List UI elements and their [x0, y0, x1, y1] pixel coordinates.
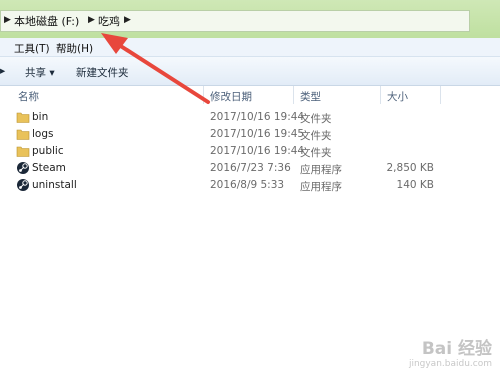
file-row-uninstall[interactable]: uninstall 2016/8/9 5:33 应用程序 140 KB	[14, 177, 444, 194]
column-divider[interactable]	[203, 86, 204, 104]
file-type: 应用程序	[300, 181, 342, 193]
chevron-right-icon[interactable]: ▶	[4, 15, 11, 25]
file-type: 文件夹	[300, 147, 332, 159]
folder-icon	[16, 129, 30, 140]
command-toolbar: ▸ 共享 ▾ 新建文件夹	[0, 57, 500, 86]
file-name: Steam	[32, 162, 66, 174]
breadcrumb-current-folder[interactable]: 吃鸡	[98, 13, 120, 29]
file-type: 文件夹	[300, 130, 332, 142]
file-row-public[interactable]: public 2017/10/16 19:44 文件夹	[14, 143, 444, 160]
file-row-steam[interactable]: Steam 2016/7/23 7:36 应用程序 2,850 KB	[14, 160, 444, 177]
file-modified: 2017/10/16 19:45	[210, 128, 305, 140]
watermark: Bai 经验 jingyan.baidu.com	[409, 334, 492, 369]
watermark-url: jingyan.baidu.com	[408, 359, 492, 369]
column-header-name[interactable]: 名称	[18, 89, 39, 104]
column-divider[interactable]	[293, 86, 294, 104]
file-modified: 2016/7/23 7:36	[210, 162, 291, 174]
column-divider[interactable]	[440, 86, 441, 104]
menu-tools[interactable]: 工具(T)	[14, 41, 50, 56]
file-name: logs	[32, 128, 54, 140]
file-modified: 2016/8/9 5:33	[210, 179, 285, 191]
watermark-logo: Bai 经验	[421, 339, 492, 359]
column-header-type[interactable]: 类型	[300, 89, 321, 104]
column-divider[interactable]	[380, 86, 381, 104]
column-header-size[interactable]: 大小	[387, 89, 408, 104]
address-bar-frame: ▶ 本地磁盘 (F:) ▶ 吃鸡 ▶	[0, 0, 500, 38]
share-button[interactable]: 共享 ▾	[25, 65, 55, 80]
file-modified: 2017/10/16 19:44	[210, 111, 305, 123]
file-row-logs[interactable]: logs 2017/10/16 19:45 文件夹	[14, 126, 444, 143]
steam-icon	[17, 179, 29, 191]
breadcrumb-local-disk[interactable]: 本地磁盘 (F:)	[14, 13, 79, 29]
menu-bar: 工具(T) 帮助(H)	[0, 38, 500, 57]
file-type: 应用程序	[300, 164, 342, 176]
chevron-right-icon[interactable]: ▶	[124, 15, 131, 25]
file-modified: 2017/10/16 19:44	[210, 145, 305, 157]
file-name: public	[32, 145, 64, 157]
menu-help[interactable]: 帮助(H)	[56, 41, 93, 56]
new-folder-button[interactable]: 新建文件夹	[76, 65, 129, 80]
file-row-bin[interactable]: bin 2017/10/16 19:44 文件夹	[14, 109, 444, 126]
folder-icon	[16, 146, 30, 157]
folder-icon	[16, 112, 30, 123]
back-arrow-icon[interactable]: ▸	[0, 65, 5, 77]
file-size: 2,850 KB	[386, 162, 435, 174]
file-name: uninstall	[32, 179, 77, 191]
file-type: 文件夹	[300, 113, 332, 125]
steam-icon	[17, 162, 29, 174]
chevron-right-icon[interactable]: ▶	[88, 15, 95, 25]
column-header-modified[interactable]: 修改日期	[210, 89, 252, 104]
file-name: bin	[32, 111, 49, 123]
file-size: 140 KB	[396, 179, 434, 191]
